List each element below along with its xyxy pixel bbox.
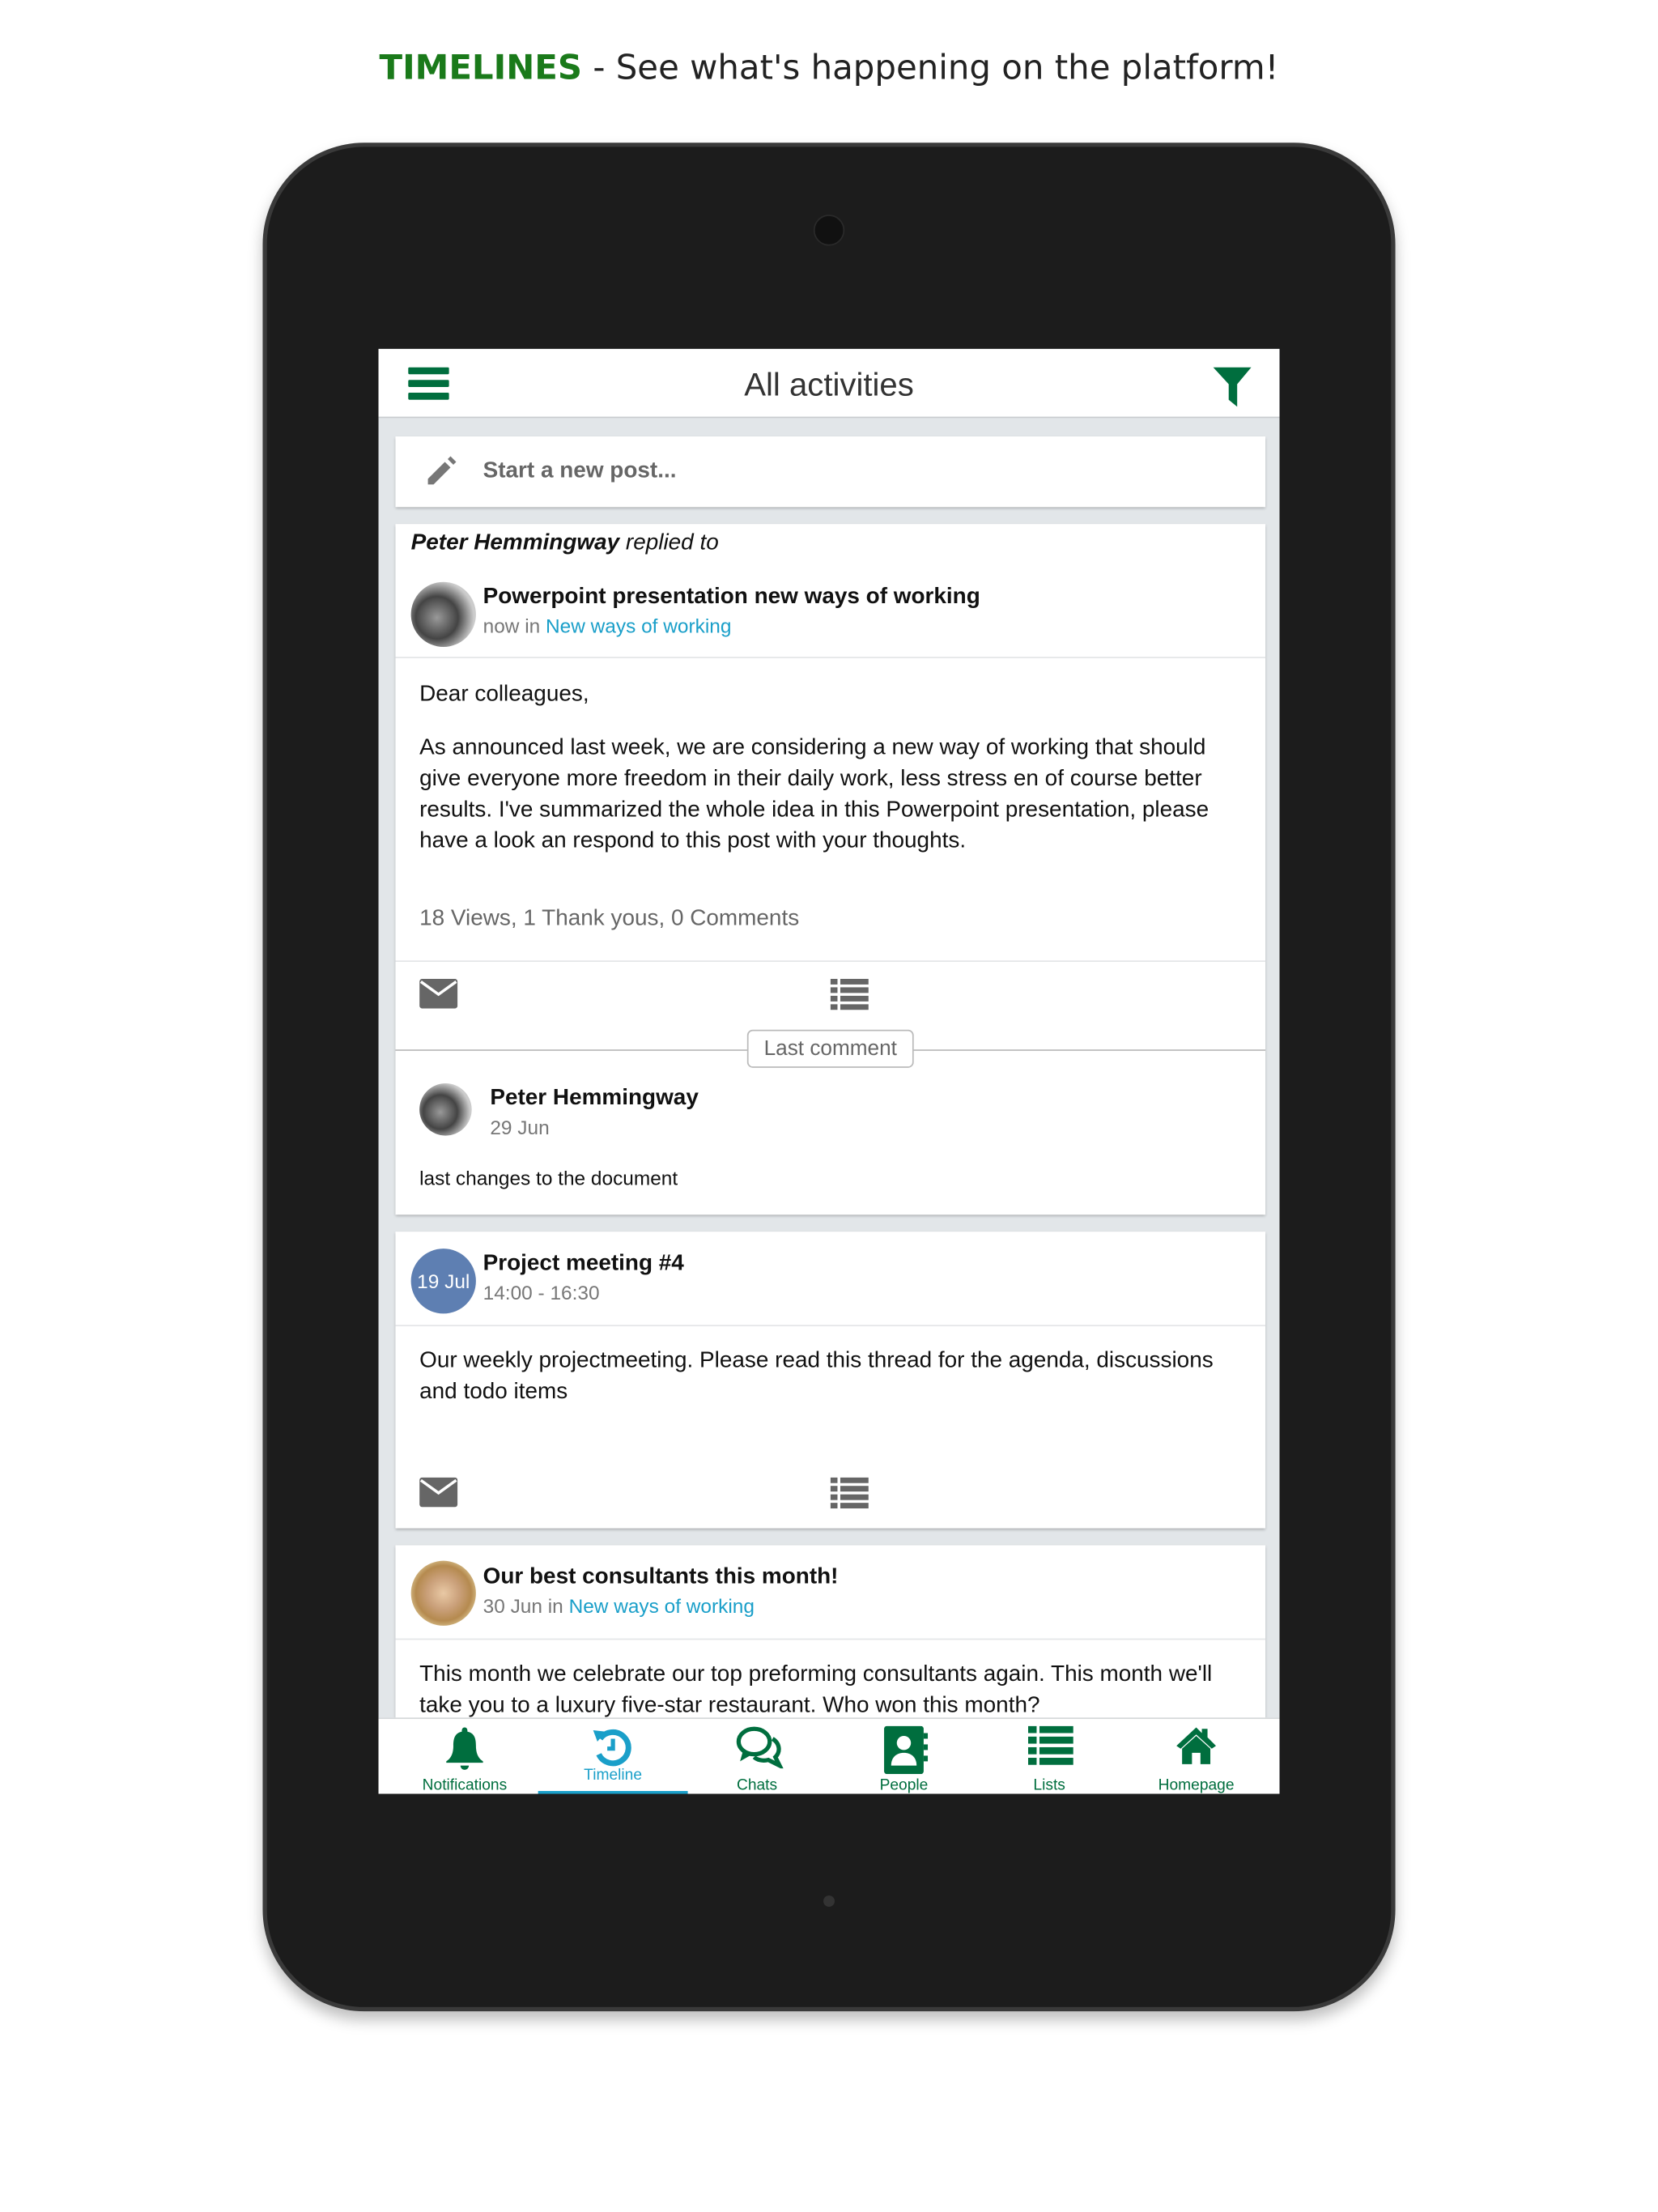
comment-avatar[interactable] xyxy=(419,1083,472,1136)
event-time: 14:00 - 16:30 xyxy=(483,1281,600,1304)
home-icon xyxy=(1176,1727,1217,1764)
divider xyxy=(395,1638,1266,1640)
page-title: All activities xyxy=(744,365,914,403)
nav-label: Lists xyxy=(1033,1776,1065,1794)
new-post-input[interactable]: Start a new post... xyxy=(395,436,1266,508)
app-screen: All activities Start a new post... Peter… xyxy=(378,348,1280,1794)
divider xyxy=(395,1325,1266,1327)
bell-icon xyxy=(446,1727,483,1770)
address-book-icon xyxy=(884,1725,929,1775)
post-time: 30 Jun xyxy=(483,1594,542,1618)
post-greeting: Dear colleagues, xyxy=(419,682,589,707)
comment-author[interactable]: Peter Hemmingway xyxy=(490,1083,699,1114)
list-icon[interactable] xyxy=(830,978,869,1010)
comment-date: 29 Jun xyxy=(490,1116,550,1139)
list-icon xyxy=(1027,1725,1073,1765)
nav-label: Chats xyxy=(736,1776,778,1794)
tablet-camera xyxy=(813,215,845,246)
last-comment-label[interactable]: Last comment xyxy=(746,1029,914,1068)
post-body: This month we celebrate our top preformi… xyxy=(419,1662,1213,1718)
bottom-nav: Notifications Timeline Chats People List… xyxy=(378,1717,1280,1794)
avatar[interactable] xyxy=(410,1560,476,1626)
nav-lists[interactable]: Lists xyxy=(975,1719,1124,1794)
nav-notifications[interactable]: Notifications xyxy=(389,1719,539,1794)
app-header: All activities xyxy=(378,348,1280,419)
nav-label: Notifications xyxy=(422,1776,508,1794)
comment-text: last changes to the document xyxy=(419,1166,678,1189)
post-in: in xyxy=(542,1594,569,1618)
event-date-badge: 19 Jul xyxy=(410,1249,476,1314)
post-stats: 18 Views, 1 Thank yous, 0 Comments xyxy=(419,906,800,931)
filter-icon[interactable] xyxy=(1213,367,1252,407)
group-link[interactable]: New ways of working xyxy=(569,1595,755,1618)
history-icon xyxy=(593,1729,631,1767)
chat-bubbles-icon xyxy=(736,1726,784,1769)
nav-chats[interactable]: Chats xyxy=(682,1719,832,1794)
nav-timeline[interactable]: Timeline xyxy=(538,1719,688,1794)
group-link[interactable]: New ways of working xyxy=(546,615,731,637)
post-actor[interactable]: Peter Hemmingway xyxy=(411,531,620,555)
post-card: Peter Hemmingway replied to Powerpoint p… xyxy=(395,524,1266,1215)
nav-label: People xyxy=(879,1776,929,1794)
list-icon[interactable] xyxy=(830,1477,869,1509)
new-post-placeholder: Start a new post... xyxy=(483,458,677,483)
envelope-icon[interactable] xyxy=(419,978,458,1009)
nav-label: Timeline xyxy=(584,1767,643,1784)
divider xyxy=(395,657,1266,658)
divider xyxy=(395,960,1266,963)
post-in: in xyxy=(519,614,546,637)
post-title[interactable]: Our best consultants this month! xyxy=(483,1562,839,1593)
headline-brand: TIMELINES xyxy=(379,48,583,88)
headline-text: - See what's happening on the platform! xyxy=(582,48,1279,88)
pencil-icon xyxy=(427,456,457,485)
post-body: As announced last week, we are consideri… xyxy=(419,735,1209,853)
event-title[interactable]: Project meeting #4 xyxy=(483,1249,684,1279)
event-body: Our weekly projectmeeting. Please read t… xyxy=(419,1348,1214,1405)
avatar[interactable] xyxy=(410,581,476,647)
nav-homepage[interactable]: Homepage xyxy=(1121,1719,1271,1794)
post-action: replied to xyxy=(619,530,719,555)
post-time: now xyxy=(483,614,520,637)
event-card: 19 Jul Project meeting #4 14:00 - 16:30 … xyxy=(395,1231,1266,1529)
post-title[interactable]: Powerpoint presentation new ways of work… xyxy=(483,582,980,613)
tablet-sensor xyxy=(823,1895,835,1908)
nav-label: Homepage xyxy=(1158,1776,1235,1794)
envelope-icon[interactable] xyxy=(419,1477,458,1508)
page-headline: TIMELINES - See what's happening on the … xyxy=(0,48,1658,87)
nav-people[interactable]: People xyxy=(829,1719,979,1794)
